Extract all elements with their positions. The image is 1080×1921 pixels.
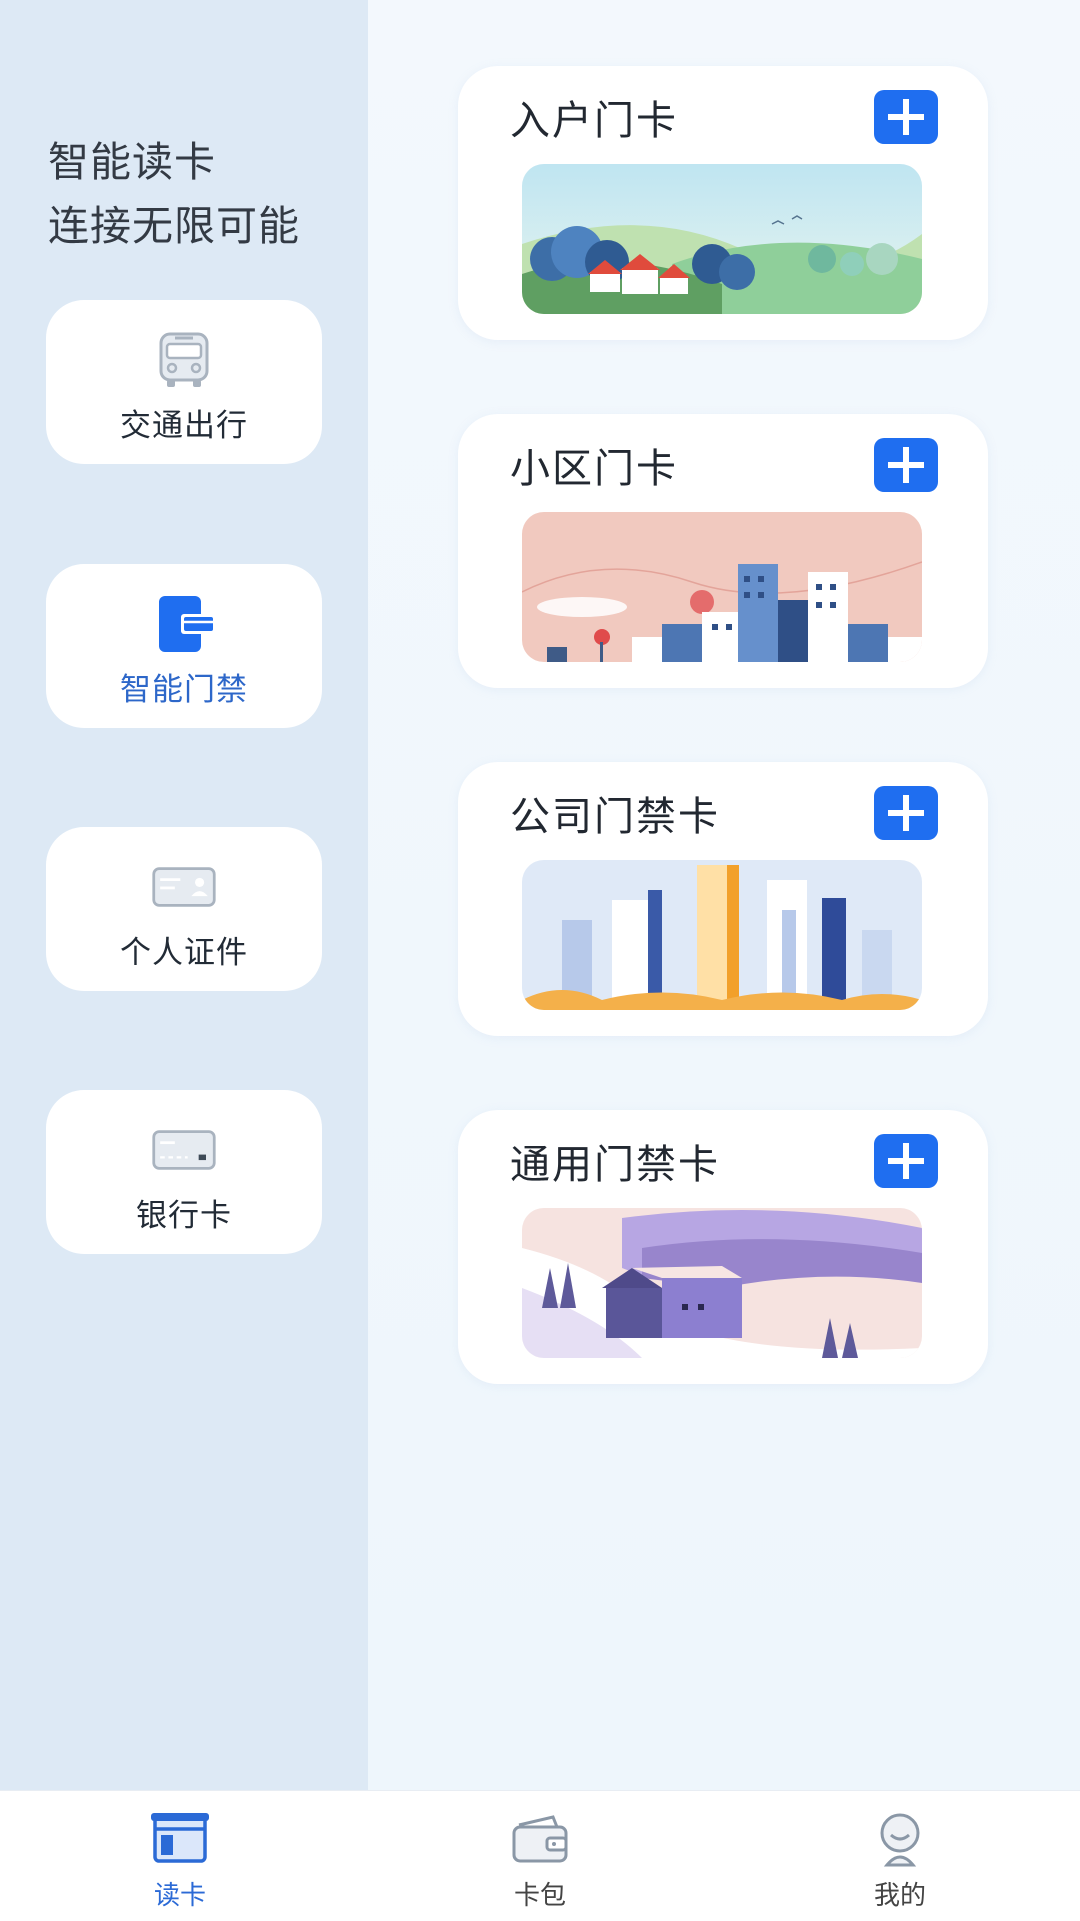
card-title: 小区门卡: [510, 446, 678, 492]
category-sidebar: 智能读卡 连接无限可能 交通出行 智能门禁 个人证件 银行卡: [0, 0, 368, 1790]
sidebar-item-personal-id[interactable]: 个人证件: [46, 827, 322, 991]
city-skyline-illustration: [522, 512, 922, 662]
snowy-house-illustration: [522, 1208, 922, 1358]
card-title: 公司门禁卡: [510, 794, 720, 840]
wallet-icon: [508, 1809, 572, 1869]
add-card-button[interactable]: [874, 438, 938, 492]
plus-icon: [888, 447, 924, 483]
card-title: 通用门禁卡: [510, 1142, 720, 1188]
slogan-line-2: 连接无限可能: [48, 202, 300, 250]
card-list: 入户门卡 小区门卡 公司门禁卡 通用门禁卡: [368, 0, 1080, 1790]
tab-read-card[interactable]: 读卡: [80, 1791, 280, 1921]
card-company-access[interactable]: 公司门禁卡: [458, 762, 988, 1036]
sidebar-item-label: 交通出行: [120, 407, 248, 444]
sidebar-item-bank-card[interactable]: 银行卡: [46, 1090, 322, 1254]
tab-label: 我的: [873, 1881, 926, 1911]
door-card-icon: [151, 592, 217, 656]
add-card-button[interactable]: [874, 90, 938, 144]
tab-label: 读卡: [153, 1881, 206, 1911]
slogan: 智能读卡 连接无限可能: [48, 130, 300, 258]
tab-label: 卡包: [513, 1881, 566, 1911]
card-community-door[interactable]: 小区门卡: [458, 414, 988, 688]
add-card-button[interactable]: [874, 786, 938, 840]
card-general-access[interactable]: 通用门禁卡: [458, 1110, 988, 1384]
sidebar-item-label: 银行卡: [136, 1197, 232, 1234]
id-card-icon: [151, 855, 217, 919]
bus-icon: [151, 328, 217, 392]
tab-profile[interactable]: 我的: [800, 1791, 1000, 1921]
sidebar-item-smart-access[interactable]: 智能门禁: [46, 564, 322, 728]
slogan-line-1: 智能读卡: [48, 138, 216, 186]
sidebar-item-label: 个人证件: [120, 934, 248, 971]
plus-icon: [888, 795, 924, 831]
plus-icon: [888, 1143, 924, 1179]
sidebar-item-label: 智能门禁: [120, 671, 248, 708]
office-towers-illustration: [522, 860, 922, 1010]
plus-icon: [888, 99, 924, 135]
card-home-door[interactable]: 入户门卡: [458, 66, 988, 340]
sidebar-item-transport[interactable]: 交通出行: [46, 300, 322, 464]
tab-card-wallet[interactable]: 卡包: [440, 1791, 640, 1921]
bottom-tab-bar: 读卡 卡包 我的: [0, 1790, 1080, 1921]
profile-icon: [868, 1809, 932, 1869]
add-card-button[interactable]: [874, 1134, 938, 1188]
green-hills-illustration: [522, 164, 922, 314]
card-reader-icon: [148, 1809, 212, 1869]
card-title: 入户门卡: [510, 98, 678, 144]
bank-card-icon: [151, 1118, 217, 1182]
